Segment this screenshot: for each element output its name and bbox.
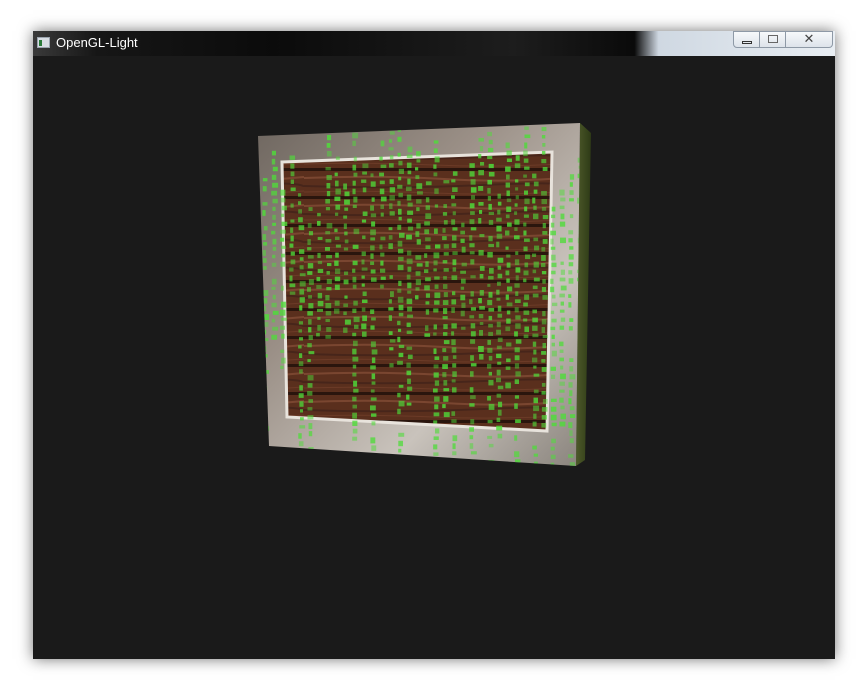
app-icon[interactable] [37,37,50,48]
title-bar[interactable]: OpenGL-Light ✕ [33,31,835,56]
wood-panel [282,152,552,431]
close-icon: ✕ [803,32,815,47]
window-title: OpenGL-Light [56,35,138,50]
minimize-button[interactable] [733,31,760,48]
maximize-icon [768,35,778,43]
scene-canvas [258,123,591,466]
close-button[interactable]: ✕ [786,31,833,48]
minimize-icon [742,41,752,44]
application-window: OpenGL-Light ✕ [33,31,835,659]
opengl-render-viewport[interactable] [34,56,834,658]
maximize-button[interactable] [760,31,786,48]
crate-front-face [258,123,580,466]
